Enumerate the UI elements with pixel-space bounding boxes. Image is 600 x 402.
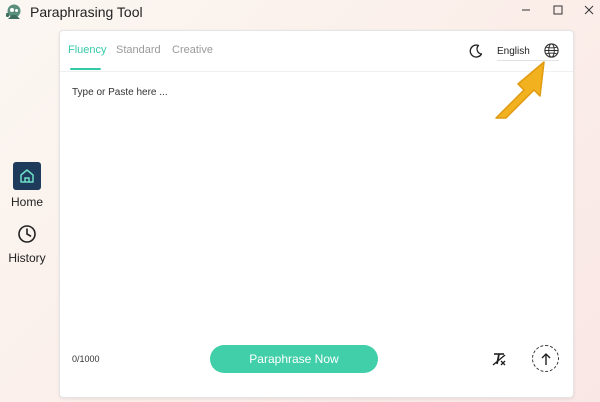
minimize-icon (522, 9, 530, 11)
annotation-arrow-icon (495, 61, 545, 119)
clear-format-icon[interactable] (491, 351, 507, 367)
close-button[interactable] (579, 2, 599, 20)
upload-button[interactable] (532, 345, 559, 372)
maximize-icon (553, 5, 563, 15)
moon-icon[interactable] (468, 43, 484, 59)
minimize-button[interactable] (516, 2, 536, 20)
window-title: Paraphrasing Tool (30, 4, 143, 20)
tab-creative[interactable]: Creative (172, 44, 213, 56)
home-icon-box (13, 162, 41, 190)
title-bar: Paraphrasing Tool (0, 0, 600, 24)
tab-fluency[interactable]: Fluency (68, 44, 107, 56)
home-icon (20, 169, 34, 183)
text-input[interactable] (72, 87, 560, 327)
sidebar-item-home[interactable]: Home (0, 162, 54, 209)
sidebar-item-label: Home (10, 195, 43, 209)
character-counter: 0/1000 (72, 354, 100, 364)
sidebar-item-label: History (8, 251, 46, 265)
active-tab-indicator (70, 68, 101, 70)
maximize-button[interactable] (548, 2, 568, 20)
clock-icon (18, 225, 36, 243)
paraphrase-button[interactable]: Paraphrase Now (210, 345, 378, 373)
close-icon (584, 5, 594, 15)
app-logo-icon (6, 4, 21, 19)
tab-standard[interactable]: Standard (116, 44, 161, 56)
upload-icon (541, 352, 550, 365)
sidebar-item-history[interactable]: History (0, 222, 54, 265)
